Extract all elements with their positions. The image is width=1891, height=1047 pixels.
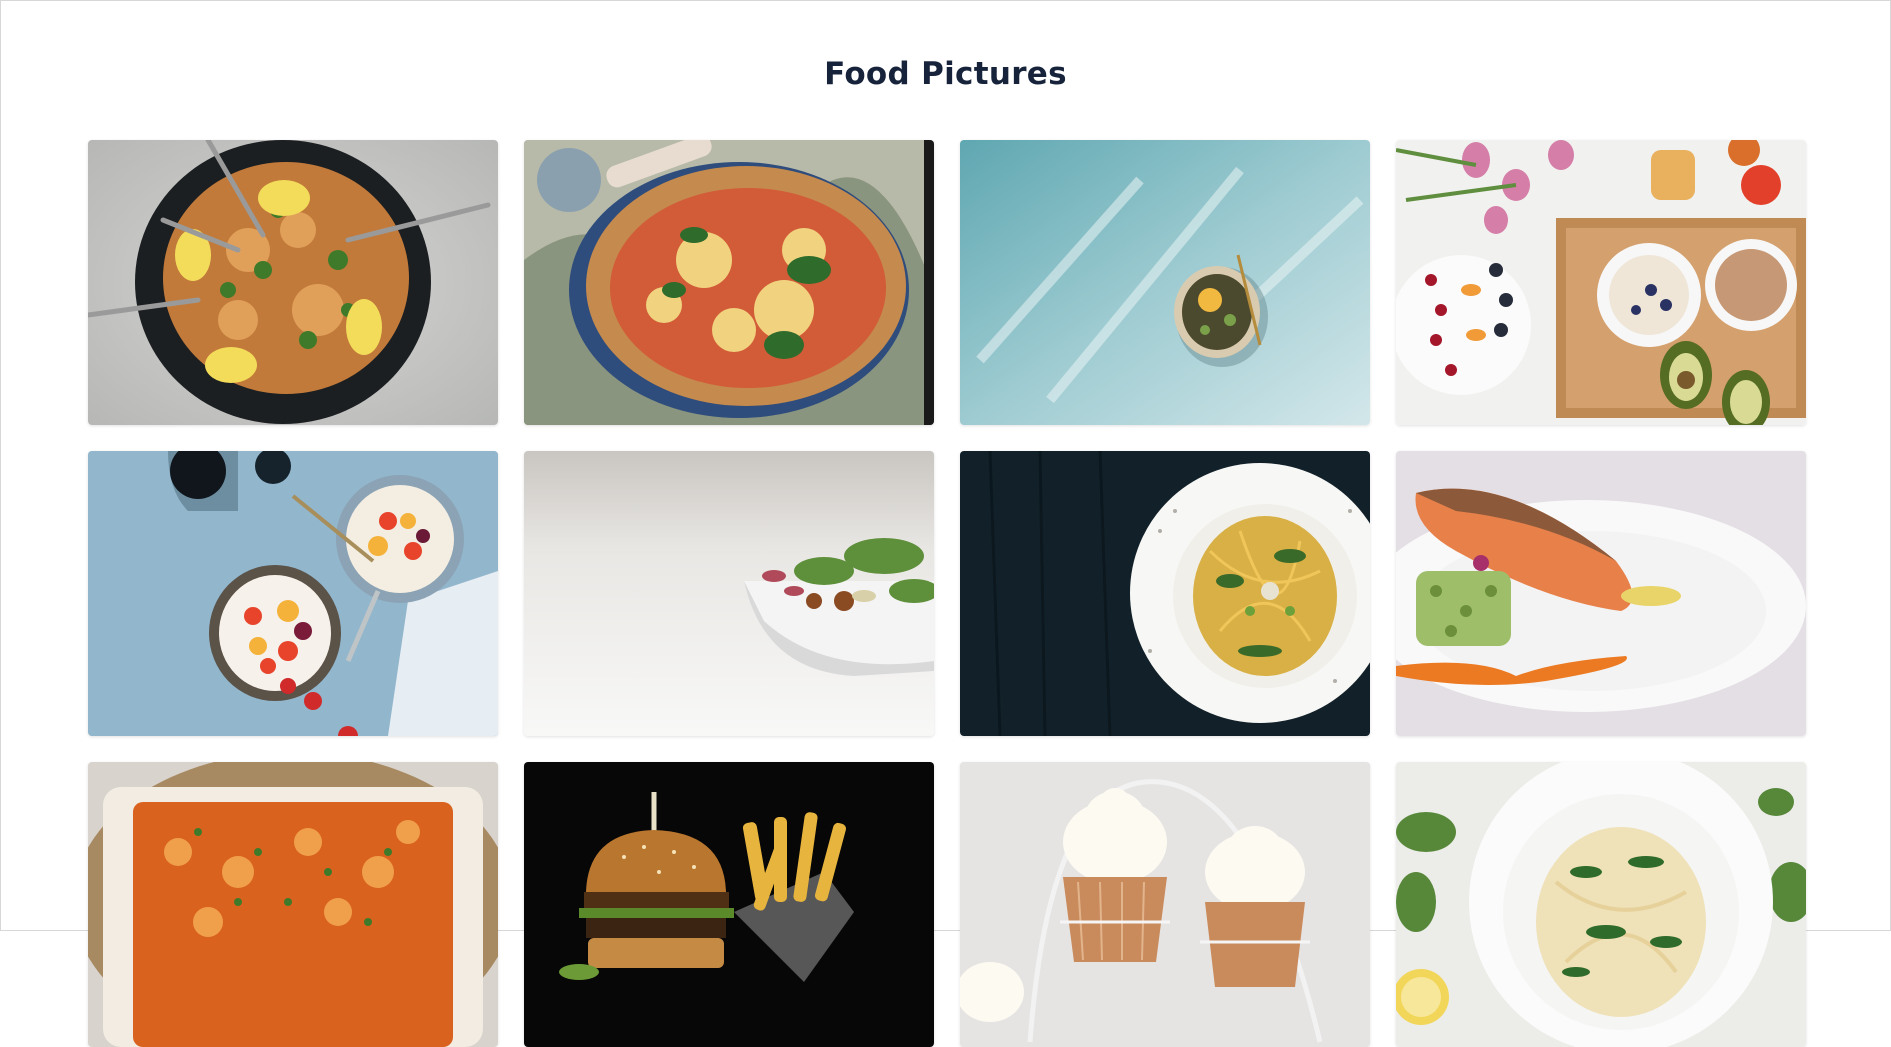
gallery-image-cupcakes[interactable] xyxy=(960,762,1370,1047)
gallery-image-burger[interactable] xyxy=(524,762,934,1047)
page-title: Food Pictures xyxy=(824,55,1067,92)
food-gallery xyxy=(88,140,1806,1047)
gallery-image-baked-pasta[interactable] xyxy=(88,762,498,1047)
gallery-image-paella[interactable] xyxy=(88,140,498,425)
gallery-image-spaghetti[interactable] xyxy=(960,451,1370,736)
gallery-image-salad-bowl[interactable] xyxy=(524,451,934,736)
gallery-image-teal-plate[interactable] xyxy=(960,140,1370,425)
gallery-image-pasta-greens[interactable] xyxy=(1396,762,1806,1047)
gallery-image-fruit-bowls[interactable] xyxy=(88,451,498,736)
gallery-image-salmon[interactable] xyxy=(1396,451,1806,736)
gallery-image-pizza[interactable] xyxy=(524,140,934,425)
gallery-image-breakfast[interactable] xyxy=(1396,140,1806,425)
